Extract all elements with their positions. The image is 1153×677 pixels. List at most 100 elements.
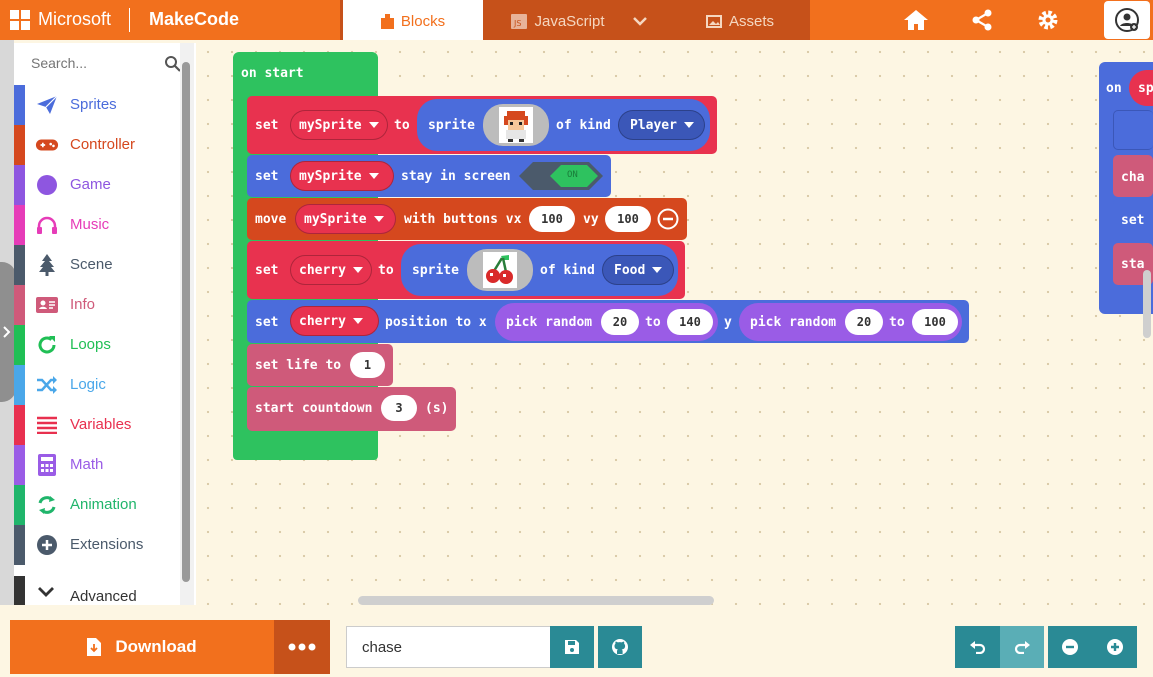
plus-circle-icon bbox=[35, 535, 59, 555]
zoom-in-icon bbox=[1106, 639, 1123, 655]
seconds-unit-label: (s) bbox=[425, 401, 449, 416]
category-loops[interactable]: Loops bbox=[14, 325, 180, 365]
gear-icon bbox=[1038, 10, 1058, 30]
category-label: Controller bbox=[70, 136, 136, 153]
kind-dropdown[interactable]: Player bbox=[618, 110, 705, 140]
toolbox-search bbox=[14, 45, 181, 83]
tab-language-dropdown[interactable] bbox=[628, 0, 658, 42]
paper-plane-icon bbox=[35, 95, 59, 115]
home-button[interactable] bbox=[901, 6, 931, 34]
tab-blocks[interactable]: Blocks bbox=[343, 0, 483, 42]
more-options-button[interactable] bbox=[274, 620, 330, 674]
tab-assets[interactable]: Assets bbox=[695, 0, 785, 42]
x-min-input[interactable]: 20 bbox=[601, 309, 639, 335]
life-input[interactable]: 1 bbox=[350, 352, 385, 378]
microsoft-logo-icon bbox=[10, 10, 30, 30]
category-color-bar bbox=[14, 325, 25, 365]
category-controller[interactable]: Controller bbox=[14, 125, 180, 165]
remove-parameter-icon[interactable] bbox=[657, 208, 679, 230]
category-color-bar bbox=[14, 405, 25, 445]
x-max-input[interactable]: 140 bbox=[667, 309, 713, 335]
undo-icon bbox=[969, 641, 985, 654]
shuffle-icon bbox=[35, 375, 59, 395]
on-off-toggle[interactable] bbox=[519, 162, 603, 190]
toolbox-scrollbar[interactable] bbox=[182, 62, 190, 582]
svg-text:JS: JS bbox=[513, 19, 521, 28]
category-scene[interactable]: Scene bbox=[14, 245, 180, 285]
dropdown-arrow-icon bbox=[368, 122, 379, 128]
to-keyword: to bbox=[889, 315, 905, 330]
project-name-input[interactable] bbox=[346, 626, 550, 668]
share-button[interactable] bbox=[967, 6, 997, 34]
search-icon[interactable] bbox=[164, 55, 181, 72]
cherry-sprite-icon bbox=[483, 252, 517, 288]
category-sprites[interactable]: Sprites bbox=[14, 85, 180, 125]
github-button[interactable] bbox=[598, 626, 642, 668]
search-input[interactable] bbox=[31, 55, 151, 71]
gamepad-icon bbox=[35, 135, 59, 155]
microsoft-brand[interactable]: Microsoft bbox=[38, 9, 111, 30]
category-game[interactable]: Game bbox=[14, 165, 180, 205]
category-label: Extensions bbox=[70, 536, 144, 553]
pick-random-label: pick random bbox=[506, 315, 593, 330]
category-color-bar bbox=[14, 125, 25, 165]
save-icon bbox=[565, 640, 579, 654]
makecode-brand[interactable]: MakeCode bbox=[149, 9, 239, 30]
vy-input[interactable]: 100 bbox=[605, 206, 651, 232]
variable-dropdown[interactable]: cherry bbox=[290, 306, 379, 336]
category-color-bar bbox=[14, 485, 25, 525]
user-menu-button[interactable] bbox=[1104, 1, 1150, 39]
category-label: Music bbox=[70, 216, 110, 233]
position-to-x-label: position to x bbox=[385, 315, 487, 330]
chevron-down-icon bbox=[632, 17, 647, 26]
vx-input[interactable]: 100 bbox=[529, 206, 575, 232]
vy-label: vy bbox=[583, 212, 599, 227]
variable-dropdown[interactable]: cherry bbox=[290, 255, 372, 285]
pick-random-label: pick random bbox=[750, 315, 837, 330]
variable-name: cherry bbox=[299, 262, 346, 278]
workspace-horizontal-scrollbar[interactable] bbox=[358, 596, 714, 605]
zoom-in-button[interactable] bbox=[1092, 626, 1137, 668]
tab-assets-label: Assets bbox=[728, 12, 774, 30]
variable-dropdown[interactable]: mySprite bbox=[295, 204, 396, 234]
kind-name: Player bbox=[630, 117, 677, 133]
y-min-input[interactable]: 20 bbox=[845, 309, 883, 335]
start-countdown-label: start countdown bbox=[255, 401, 373, 416]
kind-dropdown[interactable]: Food bbox=[602, 255, 674, 285]
peek-inner-block[interactable] bbox=[1113, 110, 1153, 150]
variable-name: mySprite bbox=[299, 168, 362, 184]
redo-button[interactable] bbox=[1000, 626, 1044, 668]
peek-start-label: sta bbox=[1121, 257, 1145, 272]
variable-name: mySprite bbox=[299, 117, 362, 133]
home-icon bbox=[904, 10, 928, 30]
sprite-keyword: sprite bbox=[428, 118, 475, 133]
category-color-bar bbox=[14, 165, 25, 205]
category-logic[interactable]: Logic bbox=[14, 365, 180, 405]
settings-button[interactable] bbox=[1033, 6, 1063, 34]
category-extensions[interactable]: Extensions bbox=[14, 525, 180, 565]
brand-divider bbox=[129, 8, 130, 32]
toggle-label: ON bbox=[567, 170, 578, 180]
category-variables[interactable]: Variables bbox=[14, 405, 180, 445]
tab-blocks-label: Blocks bbox=[400, 12, 446, 30]
category-info[interactable]: Info bbox=[14, 285, 180, 325]
undo-button[interactable] bbox=[955, 626, 1000, 668]
save-button[interactable] bbox=[550, 626, 594, 668]
zoom-out-button[interactable] bbox=[1048, 626, 1092, 668]
download-button[interactable]: Download bbox=[10, 620, 274, 674]
variable-dropdown[interactable]: mySprite bbox=[290, 161, 394, 191]
set-keyword: set bbox=[255, 169, 279, 184]
category-label: Info bbox=[70, 296, 96, 313]
tab-javascript[interactable]: JS JavaScript bbox=[498, 0, 618, 42]
category-music[interactable]: Music bbox=[14, 205, 180, 245]
peek-sprite-label: spr bbox=[1138, 81, 1153, 96]
variable-dropdown[interactable]: mySprite bbox=[290, 110, 388, 140]
category-math[interactable]: Math bbox=[14, 445, 180, 485]
y-max-input[interactable]: 100 bbox=[912, 309, 958, 335]
category-animation[interactable]: Animation bbox=[14, 485, 180, 525]
workspace-vertical-scrollbar[interactable] bbox=[1143, 270, 1151, 338]
countdown-input[interactable]: 3 bbox=[381, 395, 417, 421]
headphones-icon bbox=[35, 215, 59, 235]
category-label: Math bbox=[70, 456, 104, 473]
advanced-label: Advanced bbox=[70, 588, 137, 605]
